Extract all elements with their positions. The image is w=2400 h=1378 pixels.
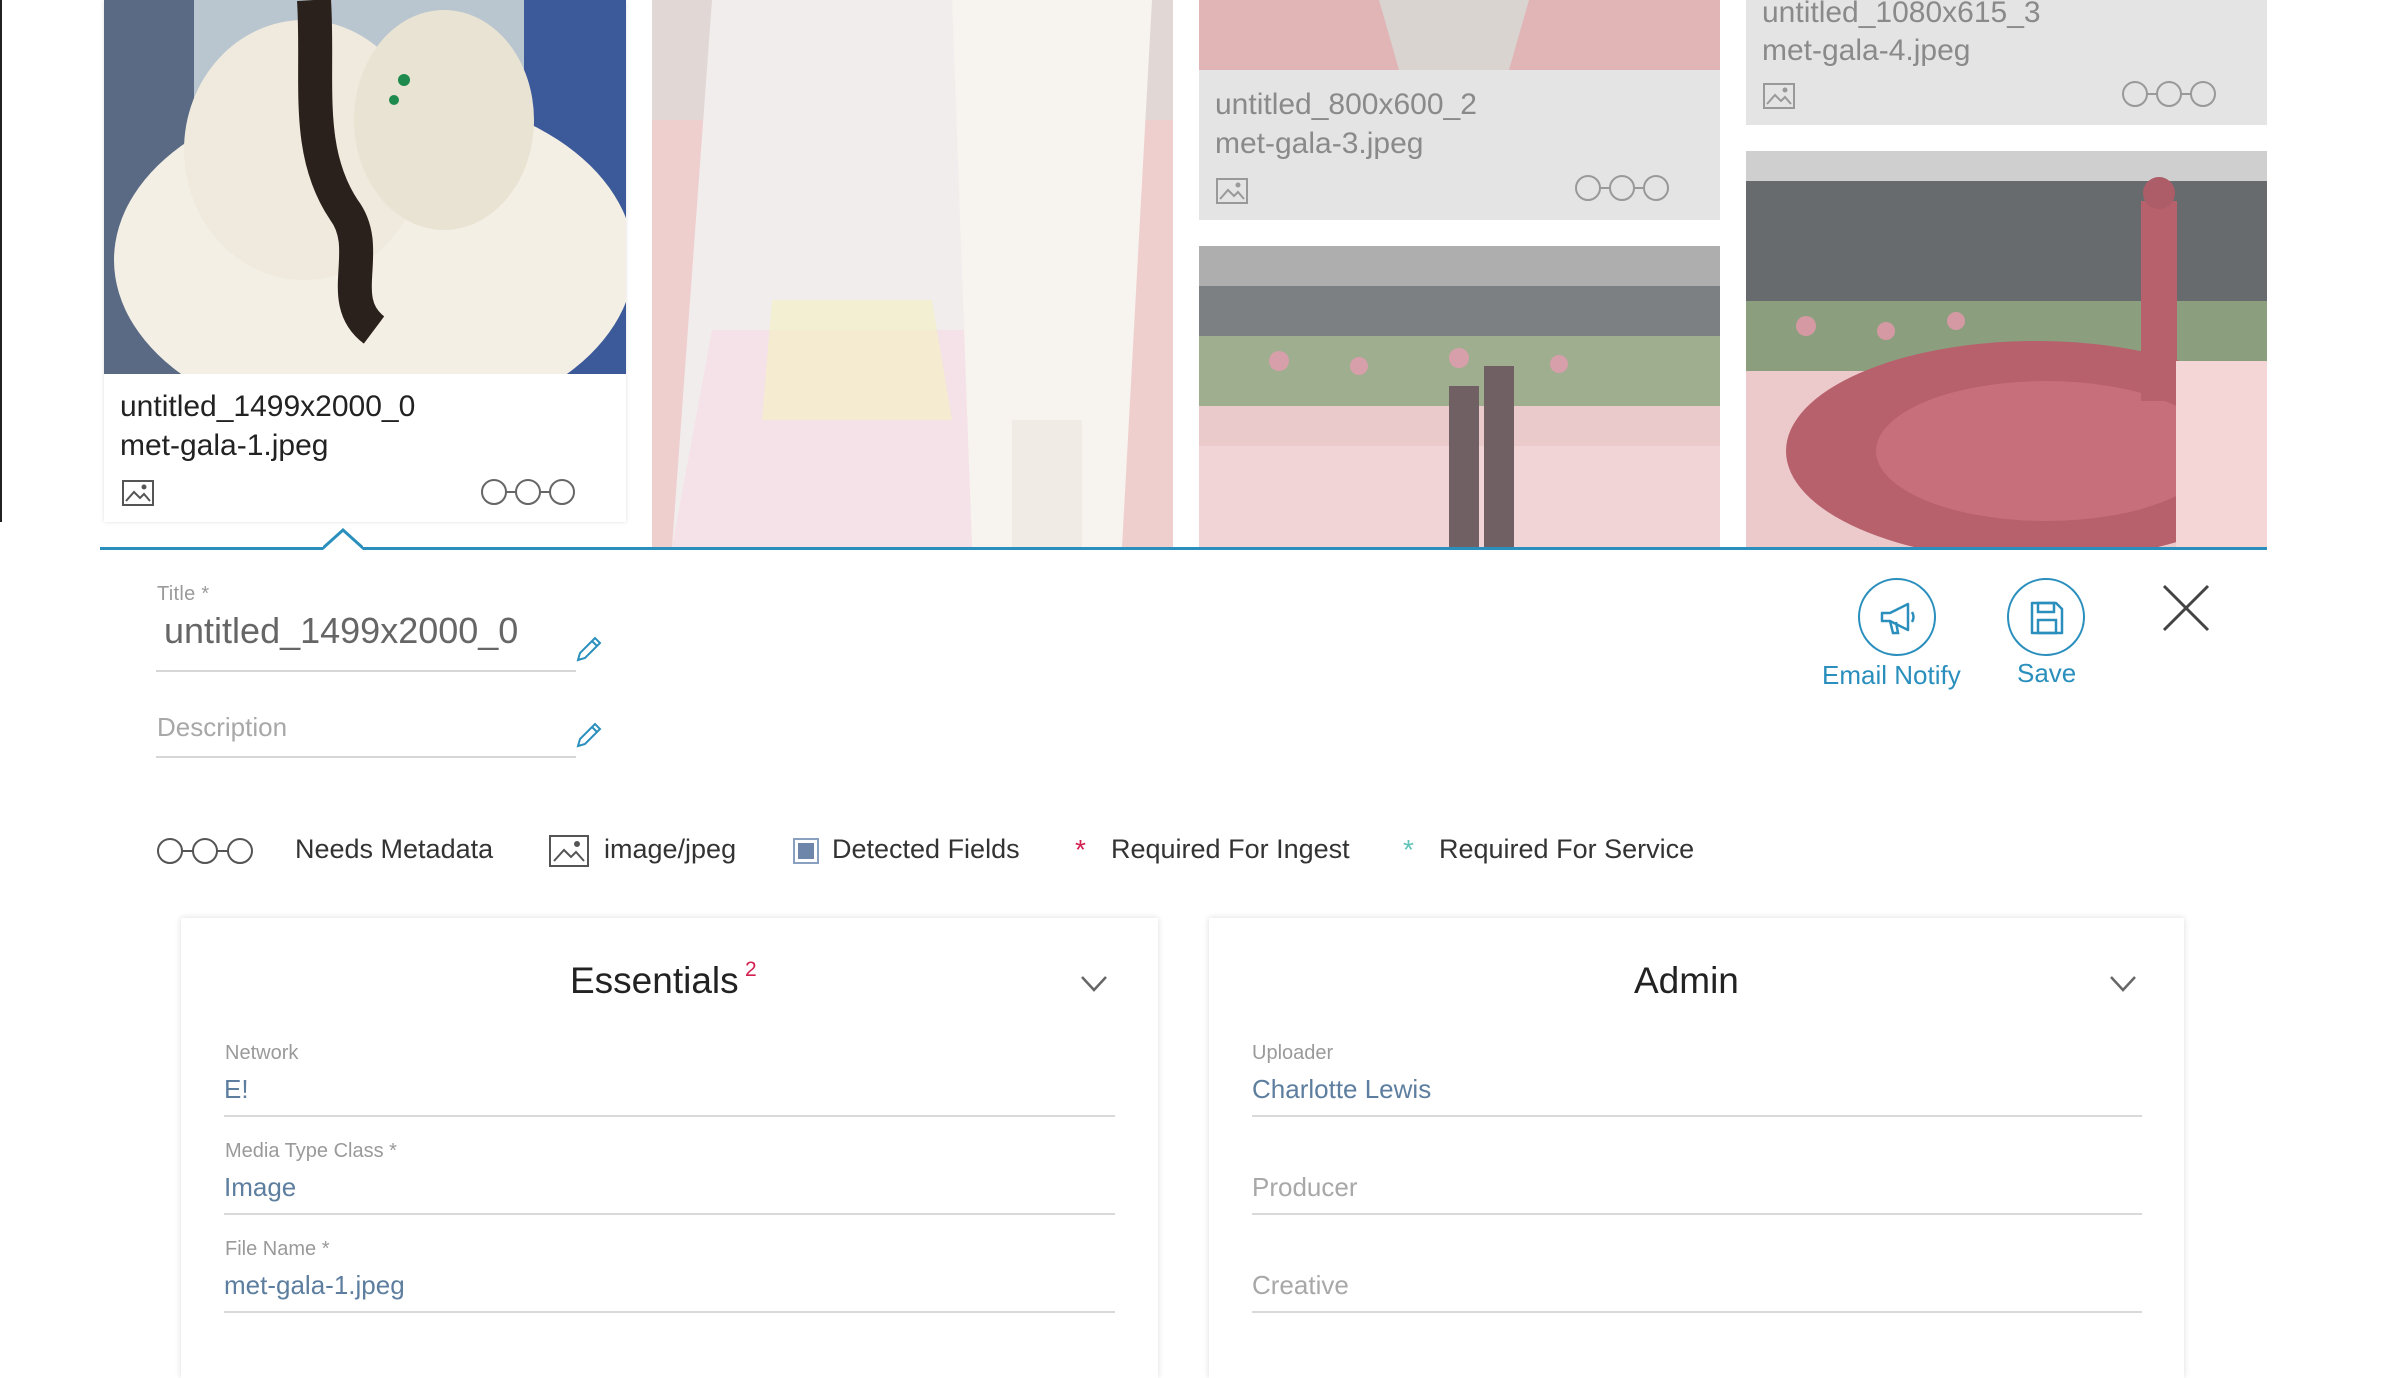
- met-gala-photo-2: [652, 0, 1173, 547]
- status-steps-icon: [1575, 175, 1669, 201]
- gallery-card[interactable]: untitled_800x600_2 met-gala-3.jpeg: [1199, 0, 1720, 220]
- description-input[interactable]: Description: [157, 712, 287, 743]
- legend-media-type: image/jpeg: [604, 834, 737, 864]
- field-underline: [224, 1115, 1115, 1117]
- legend-required-service: Required For Service: [1439, 834, 1695, 864]
- gallery-card[interactable]: [1746, 151, 2267, 547]
- square-icon: [793, 838, 819, 864]
- field-underline: [1252, 1115, 2142, 1117]
- status-steps-icon: [2122, 81, 2216, 107]
- chevron-down-icon[interactable]: [2109, 975, 2137, 993]
- megaphone-icon: [1880, 602, 1915, 635]
- media-type-class-field[interactable]: Image: [224, 1172, 296, 1203]
- field-underline: [224, 1311, 1115, 1313]
- description-underline: [156, 756, 576, 758]
- network-field[interactable]: E!: [224, 1074, 249, 1105]
- title-label: Title *: [157, 583, 210, 605]
- file-name-field[interactable]: met-gala-1.jpeg: [224, 1270, 405, 1301]
- field-underline: [1252, 1311, 2142, 1313]
- met-gala-photo-4: [1199, 246, 1720, 547]
- media-type-class-label: Media Type Class *: [225, 1140, 397, 1162]
- asterisk-icon: *: [1403, 834, 1414, 865]
- save-label[interactable]: Save: [2017, 658, 2076, 689]
- image-icon: [1216, 178, 1248, 204]
- left-edge-divider: [0, 0, 2, 522]
- legend-detected-fields: Detected Fields: [832, 834, 1020, 864]
- pencil-icon[interactable]: [574, 634, 604, 664]
- status-steps-icon: [157, 838, 253, 864]
- met-gala-photo-1: [104, 0, 626, 374]
- creative-field[interactable]: Creative: [1252, 1270, 1349, 1301]
- card-title: untitled_800x600_2: [1215, 88, 1477, 121]
- network-label: Network: [225, 1042, 299, 1064]
- producer-field[interactable]: Producer: [1252, 1172, 1358, 1203]
- legend-required-ingest: Required For Ingest: [1111, 834, 1350, 864]
- card-title: untitled_1080x615_3: [1762, 0, 2041, 29]
- email-notify-label[interactable]: Email Notify: [1822, 660, 1961, 691]
- met-gala-photo-6: [1746, 151, 2267, 547]
- admin-title[interactable]: Admin: [1634, 960, 1739, 1002]
- email-notify-button[interactable]: [1858, 578, 1936, 656]
- uploader-field[interactable]: Charlotte Lewis: [1252, 1074, 1431, 1105]
- field-underline: [224, 1213, 1115, 1215]
- uploader-label: Uploader: [1252, 1042, 1334, 1064]
- essentials-count-badge: 2: [745, 958, 757, 981]
- asterisk-icon: *: [1075, 834, 1086, 865]
- chevron-down-icon[interactable]: [1080, 975, 1108, 993]
- title-input[interactable]: untitled_1499x2000_0: [164, 610, 518, 652]
- file-name-label: File Name *: [225, 1238, 330, 1260]
- pencil-icon[interactable]: [574, 720, 604, 750]
- selected-card-pointer: [323, 527, 363, 550]
- essentials-title[interactable]: Essentials: [570, 960, 739, 1002]
- status-steps-icon: [481, 479, 575, 505]
- card-title: untitled_1499x2000_0: [120, 390, 416, 423]
- gallery-card-selected[interactable]: untitled_1499x2000_0 met-gala-1.jpeg: [104, 0, 626, 522]
- floppy-disk-icon: [2030, 601, 2064, 635]
- image-icon: [1763, 83, 1795, 109]
- title-underline: [156, 670, 576, 672]
- card-filename: met-gala-3.jpeg: [1215, 127, 1424, 160]
- save-button[interactable]: [2007, 578, 2085, 656]
- legend-needs-metadata: Needs Metadata: [295, 834, 494, 864]
- image-icon: [122, 480, 154, 506]
- image-icon: [549, 835, 589, 867]
- gallery-card[interactable]: [1199, 246, 1720, 547]
- card-filename: met-gala-1.jpeg: [120, 429, 329, 462]
- card-filename: met-gala-4.jpeg: [1762, 34, 1971, 67]
- gallery-card[interactable]: [652, 0, 1173, 547]
- field-underline: [1252, 1213, 2142, 1215]
- close-icon[interactable]: [2160, 582, 2212, 634]
- gallery-card[interactable]: untitled_1080x615_3 met-gala-4.jpeg: [1746, 0, 2267, 125]
- met-gala-photo-3: [1199, 0, 1720, 70]
